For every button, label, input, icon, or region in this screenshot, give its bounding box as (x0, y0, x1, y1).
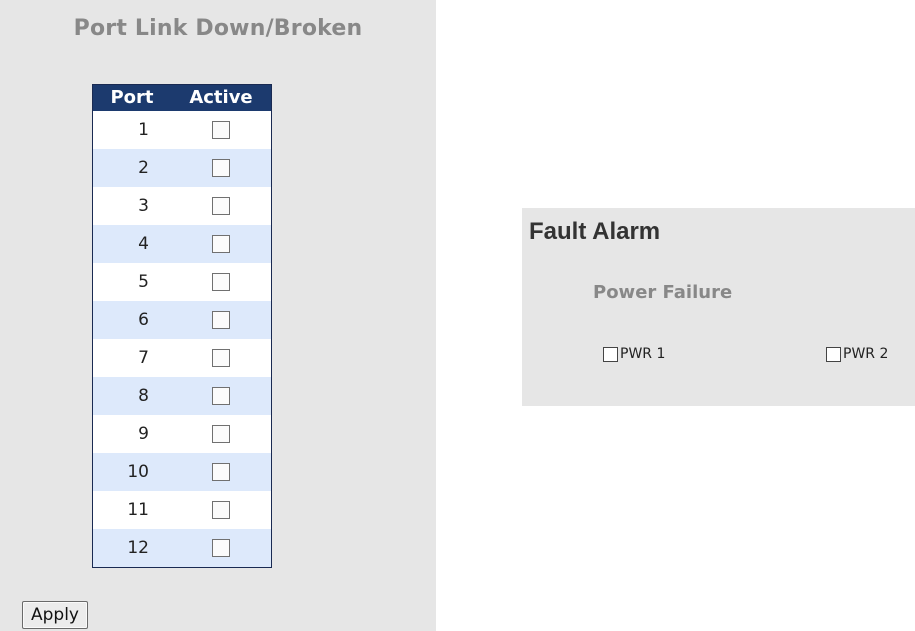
active-cell (171, 501, 271, 519)
port-number: 3 (138, 196, 149, 216)
active-cell (171, 387, 271, 405)
port-number: 8 (138, 386, 149, 406)
port-active-checkbox[interactable] (212, 311, 230, 329)
active-cell (171, 311, 271, 329)
active-cell (171, 273, 271, 291)
port-number: 12 (127, 538, 149, 558)
column-header-port: Port (110, 87, 154, 108)
port-number: 6 (138, 310, 149, 330)
pwr1-option[interactable]: PWR 1 (603, 346, 665, 362)
port-active-checkbox[interactable] (212, 235, 230, 253)
port-active-checkbox[interactable] (212, 197, 230, 215)
port-link-panel: Port Link Down/Broken Port Active 123456… (0, 0, 436, 631)
port-active-checkbox[interactable] (212, 273, 230, 291)
port-active-checkbox[interactable] (212, 349, 230, 367)
port-number: 1 (138, 120, 149, 140)
port-number: 9 (138, 424, 149, 444)
apply-button[interactable]: Apply (22, 601, 88, 629)
table-row: 9 (93, 415, 271, 453)
pwr1-checkbox[interactable] (603, 346, 618, 362)
table-row: 4 (93, 225, 271, 263)
active-cell (171, 463, 271, 481)
fault-alarm-title: Fault Alarm (529, 218, 661, 245)
port-active-checkbox[interactable] (212, 463, 230, 481)
port-number: 5 (138, 272, 149, 292)
active-cell (171, 121, 271, 139)
port-number: 4 (138, 234, 149, 254)
port-number: 11 (127, 500, 149, 520)
port-number: 2 (138, 158, 149, 178)
port-number: 10 (127, 462, 149, 482)
table-row: 6 (93, 301, 271, 339)
table-row: 8 (93, 377, 271, 415)
active-cell (171, 235, 271, 253)
active-cell (171, 425, 271, 443)
port-active-checkbox[interactable] (212, 121, 230, 139)
active-cell (171, 539, 271, 557)
table-row: 2 (93, 149, 271, 187)
port-active-checkbox[interactable] (212, 159, 230, 177)
pwr2-label: PWR 2 (843, 346, 889, 362)
fault-alarm-panel: Fault Alarm Power Failure PWR 1 PWR 2 (522, 208, 915, 406)
column-header-active: Active (189, 87, 253, 108)
port-table-header: Port Active (93, 85, 271, 111)
table-row: 1 (93, 111, 271, 149)
active-cell (171, 197, 271, 215)
port-table-body: 1 2 3 4 5 6 7 8 9 10 11 12 (93, 111, 271, 567)
port-active-checkbox[interactable] (212, 387, 230, 405)
table-row: 5 (93, 263, 271, 301)
table-row: 12 (93, 529, 271, 567)
port-number: 7 (138, 348, 149, 368)
port-table: Port Active 1 2 3 4 5 6 7 8 9 10 11 12 (92, 84, 272, 568)
active-cell (171, 159, 271, 177)
table-row: 7 (93, 339, 271, 377)
table-row: 10 (93, 453, 271, 491)
pwr1-label: PWR 1 (620, 346, 666, 362)
pwr2-option[interactable]: PWR 2 (826, 346, 888, 362)
table-row: 11 (93, 491, 271, 529)
port-active-checkbox[interactable] (212, 425, 230, 443)
port-active-checkbox[interactable] (212, 501, 230, 519)
table-row: 3 (93, 187, 271, 225)
port-section-title: Port Link Down/Broken (73, 16, 363, 41)
port-active-checkbox[interactable] (212, 539, 230, 557)
active-cell (171, 349, 271, 367)
power-failure-title: Power Failure (593, 282, 733, 303)
pwr2-checkbox[interactable] (826, 346, 841, 362)
